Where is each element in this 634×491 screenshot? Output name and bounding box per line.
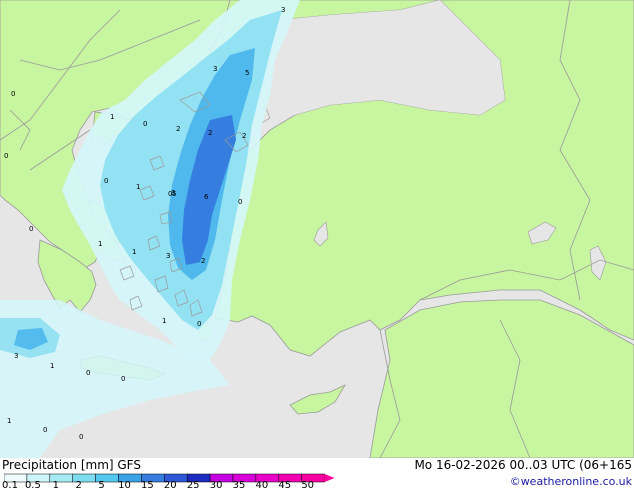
scale-tick-label: 30 (209, 480, 223, 491)
map-label: 1 (50, 362, 54, 370)
map-label: 0 (197, 320, 201, 328)
map-label: 1 (136, 183, 140, 191)
map-label: 0 (168, 190, 172, 198)
credit-link[interactable]: ©weatheronline.co.uk (510, 475, 632, 488)
precipitation-map: 3 3 5 2 2 2 1 0 0 0 0 1 0 3 5 6 3 2 1 1 … (0, 0, 634, 458)
map-label: 0 (29, 225, 33, 233)
scale-tick-label: 25 (186, 480, 200, 491)
map-label: 3 (166, 252, 170, 260)
map-label: 1 (110, 113, 114, 121)
map-label: 0 (79, 433, 83, 441)
map-label: 2 (242, 132, 246, 140)
map-label: 0 (43, 426, 47, 434)
forecast-datetime: Mo 16-02-2026 00..03 UTC (06+165 (414, 458, 632, 472)
scale-tick-label: 5 (98, 480, 105, 491)
scale-arrow (324, 474, 334, 482)
scale-tick-label: 10 (118, 480, 131, 491)
map-label: 0 (86, 369, 90, 377)
map-label: 0 (143, 120, 147, 128)
map-label: 0 (121, 375, 125, 383)
scale-tick-label: 15 (141, 480, 154, 491)
scale-tick-label: 45 (278, 480, 292, 491)
scale-tick-label: 35 (232, 480, 246, 491)
map-label: 1 (162, 317, 166, 325)
map-label: 6 (204, 193, 209, 201)
map-footer: Precipitation [mm] GFS Mo 16-02-2026 00.… (0, 458, 634, 491)
map-label: 0 (238, 198, 242, 206)
scale-tick-label: 40 (255, 480, 269, 491)
map-label: 5 (245, 69, 249, 77)
map-label: 0 (4, 152, 8, 160)
map-label: 0 (11, 90, 15, 98)
map-label: 2 (176, 125, 180, 133)
map-label: 3 (281, 6, 285, 14)
map-label: 0 (104, 177, 108, 185)
map-label: 3 (14, 352, 18, 360)
scale-tick-label: 0.5 (24, 480, 41, 491)
map-label: 2 (201, 257, 205, 265)
map-label: 1 (98, 240, 102, 248)
map-label: 2 (208, 129, 212, 137)
map-label: 1 (132, 248, 136, 256)
map-label: 1 (7, 417, 11, 425)
map-title: Precipitation [mm] GFS (2, 458, 141, 472)
scale-tick-label: 50 (301, 480, 315, 491)
scale-tick-label: 0.1 (2, 480, 18, 491)
map-label: 3 (213, 65, 217, 73)
map-label: 5 (172, 190, 176, 198)
scale-tick-label: 2 (75, 480, 82, 491)
scale-tick-label: 1 (52, 480, 59, 491)
scale-tick-label: 20 (163, 480, 177, 491)
